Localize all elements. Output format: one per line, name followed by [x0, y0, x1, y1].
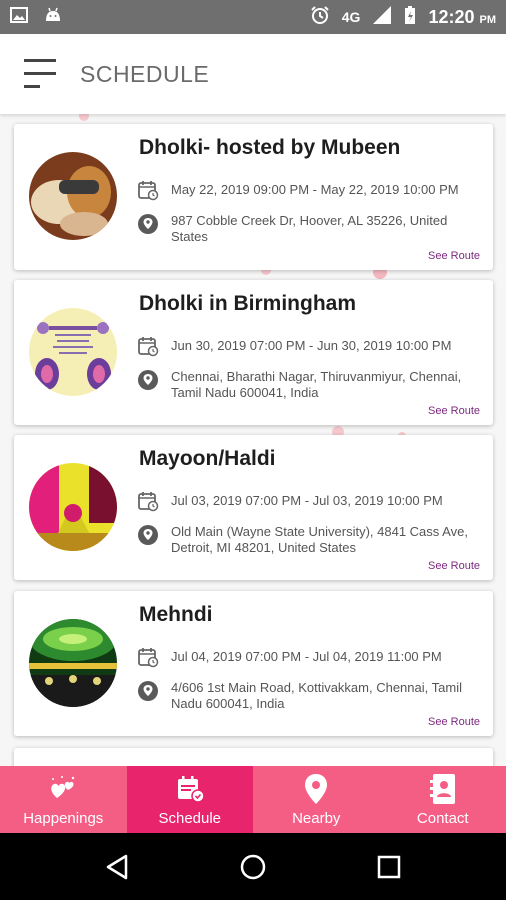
hamburger-menu-icon [24, 59, 56, 88]
see-route-link[interactable]: See Route [428, 716, 480, 728]
signal-icon [372, 5, 392, 30]
event-datetime: Jul 03, 2019 07:00 PM - Jul 03, 2019 10:… [171, 493, 443, 508]
gallery-notification-icon [10, 6, 28, 28]
nav-label: Nearby [292, 810, 341, 827]
event-thumbnail [29, 463, 117, 551]
clock: 12:20 PM [428, 6, 496, 27]
event-address-row: 4/606 1st Main Road, Kottivakkam, Chenna… [137, 680, 471, 712]
event-address: Chennai, Bharathi Nagar, Thiruvanmiyur, … [171, 369, 462, 400]
menu-button[interactable] [0, 34, 80, 114]
calendar-check-icon [177, 776, 205, 803]
event-title: Dholki in Birmingham [139, 292, 357, 315]
event-address-row: Chennai, Bharathi Nagar, Thiruvanmiyur, … [137, 369, 471, 401]
schedule-list[interactable]: Dholki- hosted by Mubeen May 22, 2019 09… [0, 114, 506, 766]
event-title: Mayoon/Haldi [139, 447, 276, 470]
event-address: Old Main (Wayne State University), 4841 … [171, 524, 468, 555]
event-thumbnail [29, 308, 117, 396]
home-icon[interactable] [239, 853, 267, 881]
event-thumbnail [29, 619, 117, 707]
event-card[interactable]: Dholki- hosted by Mubeen May 22, 2019 09… [14, 124, 493, 270]
app-bar: SCHEDULE [0, 34, 506, 114]
event-card[interactable]: Dholki in Birmingham Jun 30, 2019 07:00 … [14, 280, 493, 425]
event-address-row: Old Main (Wayne State University), 4841 … [137, 524, 471, 556]
event-address: 987 Cobble Creek Dr, Hoover, AL 35226, U… [171, 213, 448, 244]
calendar-icon [138, 337, 159, 357]
contact-book-icon [429, 774, 455, 804]
event-datetime: Jun 30, 2019 07:00 PM - Jun 30, 2019 10:… [171, 338, 452, 353]
event-title: Dholki- hosted by Mubeen [139, 136, 401, 159]
network-type: 4G [341, 9, 361, 25]
android-notification-icon [44, 7, 62, 28]
nav-label: Schedule [158, 810, 222, 827]
nav-label: Contact [416, 810, 469, 827]
event-card[interactable]: Mayoon/Haldi Jul 03, 2019 07:00 PM - Jul… [14, 435, 493, 580]
bottom-navigation: Happenings Schedule Nearby Contact [0, 766, 506, 833]
hearts-icon [51, 776, 75, 798]
see-route-link[interactable]: See Route [428, 560, 480, 572]
event-title: Mehndi [139, 603, 213, 626]
status-bar: 4G 12:20 PM [0, 0, 506, 34]
event-address: 4/606 1st Main Road, Kottivakkam, Chenna… [171, 680, 462, 711]
see-route-link[interactable]: See Route [428, 250, 480, 262]
event-datetime: May 22, 2019 09:00 PM - May 22, 2019 10:… [171, 182, 459, 197]
nav-label: Happenings [23, 810, 104, 827]
location-pin-icon [138, 214, 158, 234]
nav-item-nearby[interactable]: Nearby [253, 766, 380, 833]
event-datetime: Jul 04, 2019 07:00 PM - Jul 04, 2019 11:… [171, 649, 442, 664]
location-pin-icon [138, 525, 158, 545]
location-pin-icon [305, 774, 328, 804]
system-navigation-bar [0, 833, 506, 900]
recents-icon[interactable] [376, 854, 402, 880]
nav-item-schedule[interactable]: Schedule [126, 766, 253, 833]
event-datetime-row: Jun 30, 2019 07:00 PM - Jun 30, 2019 10:… [137, 335, 451, 357]
calendar-icon [138, 648, 159, 668]
see-route-link[interactable]: See Route [428, 405, 480, 417]
event-address-row: 987 Cobble Creek Dr, Hoover, AL 35226, U… [137, 213, 471, 245]
event-datetime-row: Jul 03, 2019 07:00 PM - Jul 03, 2019 10:… [137, 490, 443, 512]
event-card[interactable]: Mehndi Jul 04, 2019 07:00 PM - Jul 04, 2… [14, 591, 493, 736]
event-thumbnail [29, 152, 117, 240]
calendar-icon [138, 181, 159, 201]
nav-item-contact[interactable]: Contact [380, 766, 506, 833]
event-datetime-row: May 22, 2019 09:00 PM - May 22, 2019 10:… [137, 179, 459, 201]
calendar-icon [138, 492, 159, 512]
location-pin-icon [138, 681, 158, 701]
back-icon[interactable] [104, 853, 130, 881]
nav-item-happenings[interactable]: Happenings [0, 766, 127, 833]
alarm-icon [310, 5, 330, 30]
location-pin-icon [138, 370, 158, 390]
event-datetime-row: Jul 04, 2019 07:00 PM - Jul 04, 2019 11:… [137, 646, 442, 668]
page-title: SCHEDULE [80, 60, 210, 87]
battery-icon [404, 5, 416, 30]
event-card-partial[interactable] [14, 748, 493, 766]
